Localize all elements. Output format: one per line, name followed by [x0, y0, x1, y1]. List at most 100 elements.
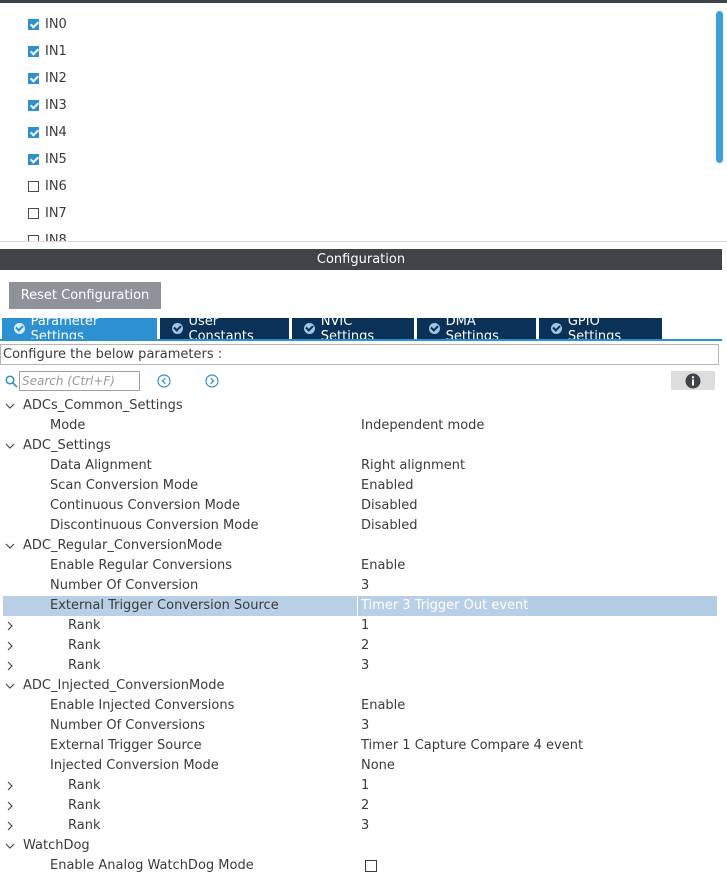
chevron-down-icon[interactable] — [4, 536, 18, 556]
input-channel-checkbox[interactable] — [28, 234, 39, 241]
param-group[interactable]: ADC_Injected_ConversionMode — [0, 676, 720, 696]
chevron-down-icon[interactable] — [4, 836, 18, 856]
param-row[interactable]: Injected Conversion Mode None — [0, 756, 720, 776]
input-channel-checkbox[interactable] — [28, 18, 39, 30]
chevron-down-icon[interactable] — [4, 396, 18, 416]
param-value[interactable]: None — [361, 756, 395, 776]
input-channel-label: IN8 — [45, 232, 67, 242]
param-row[interactable]: Enable Analog WatchDog Mode — [0, 856, 720, 876]
input-channel-item[interactable]: IN2 — [28, 68, 67, 88]
input-channel-checkbox[interactable] — [28, 99, 39, 111]
chevron-down-icon[interactable] — [4, 676, 18, 696]
param-value-checkbox[interactable] — [365, 860, 377, 872]
param-value[interactable]: Enable — [361, 696, 405, 716]
input-channel-checkbox[interactable] — [28, 72, 39, 84]
search-previous-icon[interactable] — [157, 374, 171, 388]
input-channel-item[interactable]: IN0 — [28, 14, 67, 34]
param-group[interactable]: WatchDog — [0, 836, 720, 856]
tab-gpio-settings[interactable]: GPIO Settings — [539, 314, 662, 344]
param-group[interactable]: ADC_Regular_ConversionMode — [0, 536, 720, 556]
check-circle-icon — [304, 323, 315, 334]
param-value[interactable]: Independent mode — [361, 416, 484, 436]
param-group[interactable]: ADCs_Common_Settings — [0, 396, 720, 416]
param-row[interactable]: External Trigger Conversion Source Timer … — [3, 596, 717, 616]
param-value[interactable]: 1 — [361, 616, 369, 636]
search-icon — [5, 375, 18, 388]
tab-user-constants[interactable]: User Constants — [160, 314, 289, 344]
param-row[interactable]: Number Of Conversion 3 — [0, 576, 720, 596]
input-channel-label: IN7 — [45, 205, 67, 221]
param-group[interactable]: ADC_Settings — [0, 436, 720, 456]
input-channel-item[interactable]: IN7 — [28, 203, 67, 223]
param-subitem-row[interactable]: Rank 3 — [0, 816, 720, 836]
param-value[interactable]: Right alignment — [361, 456, 465, 476]
chevron-right-icon[interactable] — [4, 656, 18, 676]
param-value[interactable]: 3 — [361, 716, 369, 736]
chevron-right-icon[interactable] — [4, 616, 18, 636]
input-channel-checkbox[interactable] — [28, 180, 39, 192]
param-value[interactable]: Timer 1 Capture Compare 4 event — [361, 736, 583, 756]
param-row[interactable]: Mode Independent mode — [0, 416, 720, 436]
param-name: Number Of Conversion — [50, 578, 199, 593]
param-row[interactable]: Enable Regular Conversions Enable — [0, 556, 720, 576]
input-channel-item[interactable]: IN3 — [28, 95, 67, 115]
param-subitem-row[interactable]: Rank 2 — [0, 796, 720, 816]
input-channel-item[interactable]: IN8 — [28, 230, 67, 242]
chevron-right-icon[interactable] — [4, 636, 18, 656]
tab-parameter-settings[interactable]: Parameter Settings — [2, 314, 157, 344]
input-channel-checkbox[interactable] — [28, 153, 39, 165]
param-row[interactable]: External Trigger Source Timer 1 Capture C… — [0, 736, 720, 756]
param-name: Rank — [68, 618, 101, 633]
reset-configuration-button[interactable]: Reset Configuration — [9, 282, 161, 309]
param-value[interactable]: 3 — [361, 816, 369, 836]
param-value[interactable]: Timer 3 Trigger Out event — [361, 596, 529, 616]
param-value[interactable]: Disabled — [361, 496, 417, 516]
param-value[interactable]: 2 — [361, 796, 369, 816]
param-subitem-row[interactable]: Rank 1 — [0, 776, 720, 796]
input-channel-item[interactable]: IN6 — [28, 176, 67, 196]
param-name: Enable Injected Conversions — [50, 698, 235, 713]
param-name: Rank — [68, 638, 101, 653]
input-channel-label: IN4 — [45, 124, 67, 140]
input-channel-item[interactable]: IN4 — [28, 122, 67, 142]
input-channel-checkbox[interactable] — [28, 45, 39, 57]
input-list-scrollbar[interactable] — [716, 11, 723, 163]
info-button[interactable] — [671, 371, 715, 390]
input-channel-item[interactable]: IN5 — [28, 149, 67, 169]
param-row[interactable]: Data Alignment Right alignment — [0, 456, 720, 476]
search-next-icon[interactable] — [205, 374, 219, 388]
param-row[interactable]: Scan Conversion Mode Enabled — [0, 476, 720, 496]
param-subitem-row[interactable]: Rank 1 — [0, 616, 720, 636]
input-channel-checkbox[interactable] — [28, 126, 39, 138]
param-row[interactable]: Continuous Conversion Mode Disabled — [0, 496, 720, 516]
param-subitem-row[interactable]: Rank 2 — [0, 636, 720, 656]
param-value[interactable]: Enable — [361, 556, 405, 576]
param-value[interactable]: 3 — [361, 576, 369, 596]
param-value[interactable]: 3 — [361, 656, 369, 676]
param-row[interactable]: Discontinuous Conversion Mode Disabled — [0, 516, 720, 536]
chevron-right-icon[interactable] — [4, 816, 18, 836]
param-value[interactable]: Disabled — [361, 516, 417, 536]
input-channel-checkbox[interactable] — [28, 207, 39, 219]
configuration-header: Configuration — [0, 249, 722, 270]
param-value[interactable]: 1 — [361, 776, 369, 796]
param-group-label: ADCs_Common_Settings — [23, 398, 183, 413]
param-row[interactable]: Enable Injected Conversions Enable — [0, 696, 720, 716]
param-subitem-row[interactable]: Rank 3 — [0, 656, 720, 676]
input-channel-item[interactable]: IN1 — [28, 41, 67, 61]
param-group-label: WatchDog — [23, 838, 90, 853]
tab-nvic-settings[interactable]: NVIC Settings — [292, 314, 414, 344]
param-name: External Trigger Conversion Source — [50, 598, 279, 613]
param-value[interactable]: 2 — [361, 636, 369, 656]
param-value[interactable]: Enabled — [361, 476, 414, 496]
chevron-right-icon[interactable] — [4, 796, 18, 816]
chevron-down-icon[interactable] — [4, 436, 18, 456]
input-channel-label: IN5 — [45, 151, 67, 167]
search-input[interactable] — [19, 371, 140, 391]
param-name: Enable Analog WatchDog Mode — [50, 858, 254, 873]
param-row[interactable]: Number Of Conversions 3 — [0, 716, 720, 736]
tab-dma-settings[interactable]: DMA Settings — [417, 314, 536, 344]
check-circle-icon — [14, 323, 25, 334]
param-group-label: ADC_Injected_ConversionMode — [23, 678, 225, 693]
chevron-right-icon[interactable] — [4, 776, 18, 796]
